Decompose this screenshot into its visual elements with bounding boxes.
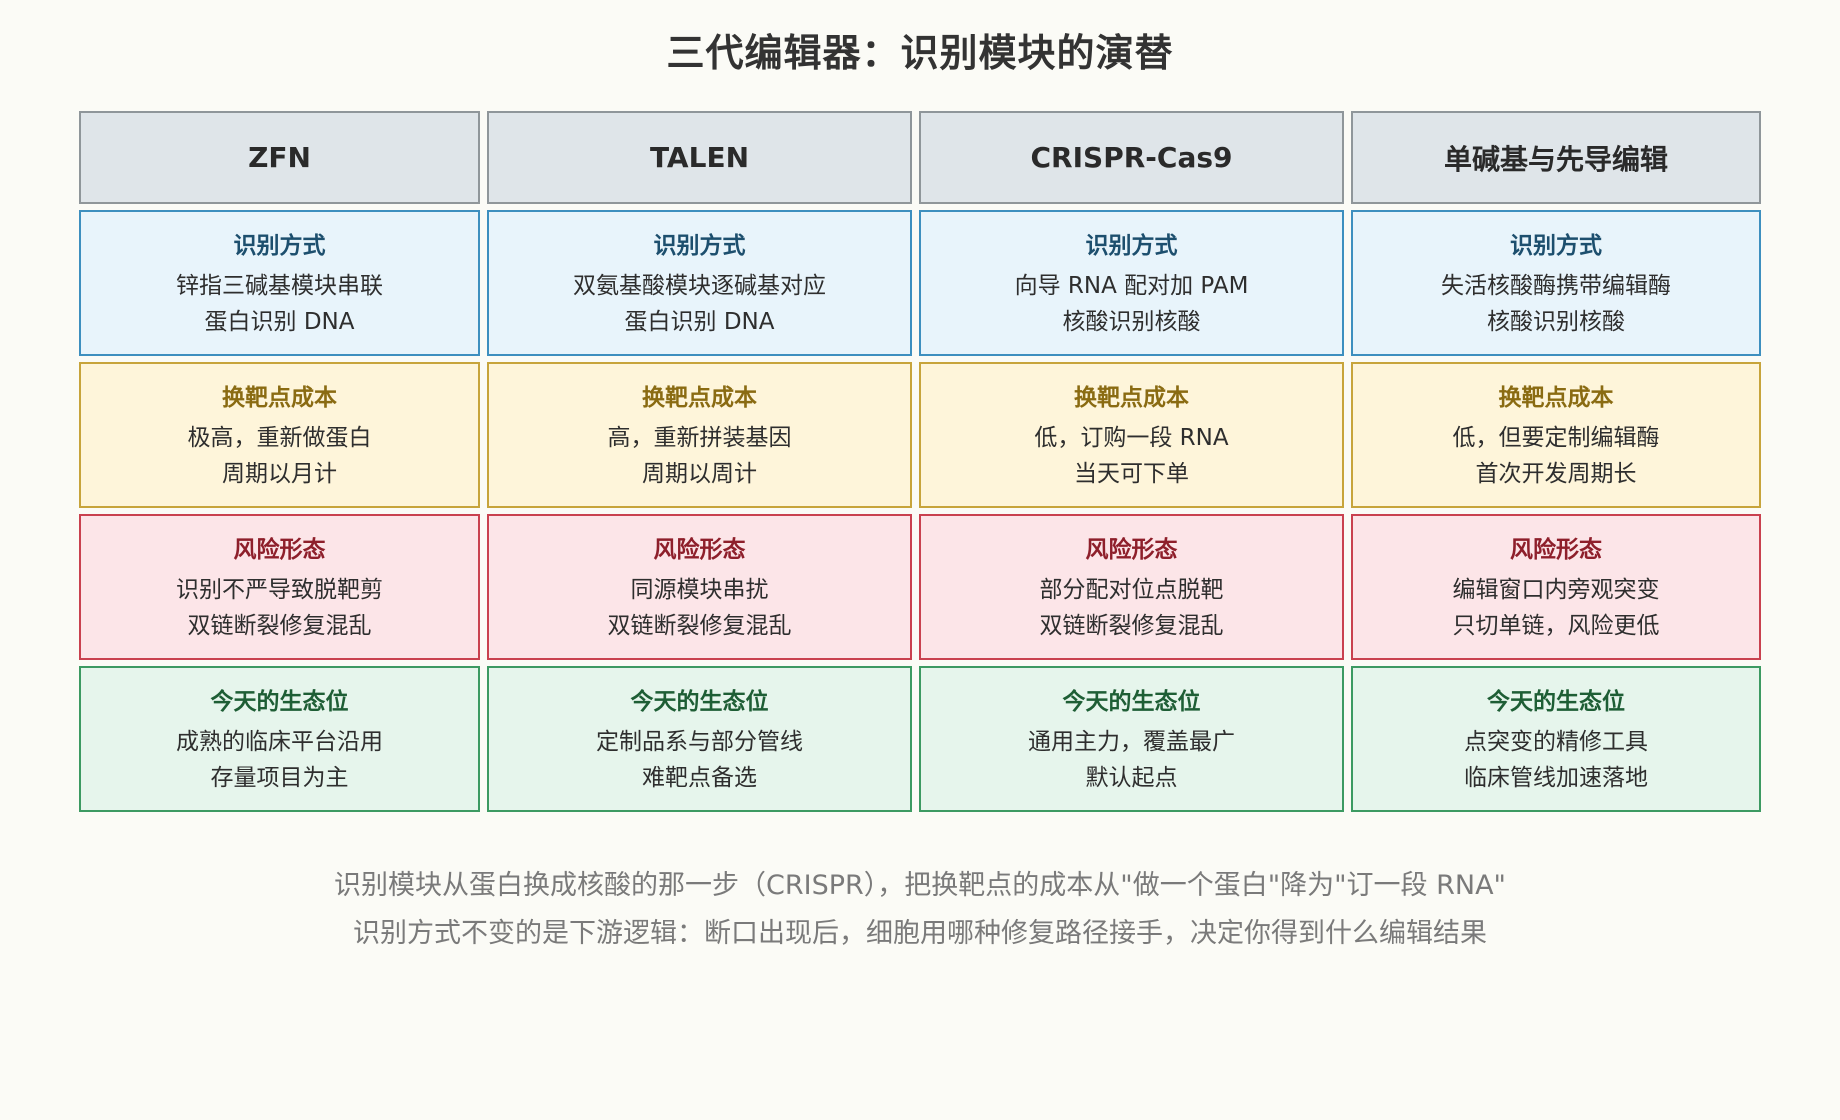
- page-title: 三代编辑器：识别模块的演替: [666, 31, 1174, 75]
- cell-line: 蛋白识别 DNA: [204, 309, 355, 335]
- cell-line: 双链断裂修复混乱: [607, 613, 792, 639]
- cell-line: 核酸识别核酸: [1487, 309, 1625, 335]
- cell-line: 成熟的临床平台沿用: [176, 729, 383, 755]
- row-label: 换靶点成本: [1074, 385, 1189, 411]
- cell-line: 向导 RNA 配对加 PAM: [1014, 273, 1249, 299]
- cell-recognition-crispr: 识别方式 向导 RNA 配对加 PAM 核酸识别核酸: [919, 210, 1344, 356]
- cell-risk-crispr: 风险形态 部分配对位点脱靶 双链断裂修复混乱: [919, 514, 1344, 660]
- cell-niche-talen: 今天的生态位 定制品系与部分管线 难靶点备选: [487, 666, 912, 812]
- cell-line: 高，重新拼装基因: [607, 425, 792, 451]
- cell-line: 点突变的精修工具: [1464, 729, 1648, 755]
- cell-niche-zfn: 今天的生态位 成熟的临床平台沿用 存量项目为主: [79, 666, 480, 812]
- cell-line: 定制品系与部分管线: [596, 729, 803, 755]
- row-label: 今天的生态位: [210, 689, 349, 715]
- row-label: 换靶点成本: [1498, 385, 1614, 411]
- row-label: 风险形态: [653, 537, 746, 563]
- row-label: 识别方式: [1510, 233, 1602, 259]
- cell-recognition-talen: 识别方式 双氨基酸模块逐碱基对应 蛋白识别 DNA: [487, 210, 912, 356]
- cell-line: 双链断裂修复混乱: [187, 613, 372, 639]
- cell-line: 识别不严导致脱靶剪: [176, 577, 383, 603]
- cell-line: 核酸识别核酸: [1062, 309, 1201, 335]
- cell-cost-crispr: 换靶点成本 低，订购一段 RNA 当天可下单: [919, 362, 1344, 508]
- row-label: 识别方式: [233, 233, 326, 259]
- row-label: 风险形态: [233, 537, 326, 563]
- cell-line: 失活核酸酶携带编辑酶: [1441, 273, 1671, 299]
- row-label: 今天的生态位: [1487, 689, 1625, 715]
- cell-cost-zfn: 换靶点成本 极高，重新做蛋白 周期以月计: [79, 362, 480, 508]
- cell-line: 当天可下单: [1074, 461, 1189, 487]
- cell-recognition-base-prime: 识别方式 失活核酸酶携带编辑酶 核酸识别核酸: [1351, 210, 1761, 356]
- column-header-zfn: ZFN: [79, 111, 480, 204]
- footer-line-1: 识别模块从蛋白换成核酸的那一步（CRISPR），把换靶点的成本从"做一个蛋白"降…: [334, 870, 1506, 901]
- cell-line: 低，订购一段 RNA: [1034, 425, 1229, 451]
- row-label: 换靶点成本: [222, 385, 337, 411]
- cell-line: 只切单链，风险更低: [1452, 613, 1660, 639]
- cell-line: 首次开发周期长: [1475, 461, 1637, 487]
- cell-line: 蛋白识别 DNA: [624, 309, 775, 335]
- row-label: 风险形态: [1510, 537, 1602, 563]
- cell-line: 存量项目为主: [210, 765, 349, 791]
- cell-risk-base-prime: 风险形态 编辑窗口内旁观突变 只切单链，风险更低: [1351, 514, 1761, 660]
- cell-line: 默认起点: [1085, 765, 1178, 791]
- cell-line: 低，但要定制编辑酶: [1452, 425, 1660, 451]
- cell-line: 极高，重新做蛋白: [187, 425, 372, 451]
- footer-line-2: 识别方式不变的是下游逻辑：断口出现后，细胞用哪种修复路径接手，决定你得到什么编辑…: [353, 918, 1487, 949]
- cell-line: 通用主力，覆盖最广: [1028, 729, 1235, 755]
- row-label: 识别方式: [1085, 233, 1178, 259]
- comparison-table: ZFN TALEN CRISPR-Cas9 单碱基与先导编辑 识别方式 锌指三碱…: [79, 111, 1761, 812]
- cell-niche-crispr: 今天的生态位 通用主力，覆盖最广 默认起点: [919, 666, 1344, 812]
- row-label: 换靶点成本: [642, 385, 757, 411]
- cell-cost-base-prime: 换靶点成本 低，但要定制编辑酶 首次开发周期长: [1351, 362, 1761, 508]
- cell-line: 周期以周计: [642, 461, 757, 487]
- cell-line: 锌指三碱基模块串联: [176, 273, 383, 299]
- cell-line: 周期以月计: [222, 461, 337, 487]
- cell-cost-talen: 换靶点成本 高，重新拼装基因 周期以周计: [487, 362, 912, 508]
- row-label: 今天的生态位: [1062, 689, 1201, 715]
- column-header-crispr: CRISPR-Cas9: [919, 111, 1344, 204]
- cell-line: 同源模块串扰: [630, 577, 769, 603]
- row-label: 今天的生态位: [630, 689, 769, 715]
- cell-niche-base-prime: 今天的生态位 点突变的精修工具 临床管线加速落地: [1351, 666, 1761, 812]
- cell-line: 双氨基酸模块逐碱基对应: [573, 273, 826, 299]
- cell-risk-zfn: 风险形态 识别不严导致脱靶剪 双链断裂修复混乱: [79, 514, 480, 660]
- cell-line: 双链断裂修复混乱: [1039, 613, 1224, 639]
- column-header-base-prime: 单碱基与先导编辑: [1351, 111, 1761, 204]
- cell-line: 部分配对位点脱靶: [1039, 577, 1224, 603]
- cell-line: 编辑窗口内旁观突变: [1452, 577, 1660, 603]
- cell-risk-talen: 风险形态 同源模块串扰 双链断裂修复混乱: [487, 514, 912, 660]
- cell-line: 难靶点备选: [642, 765, 757, 791]
- cell-recognition-zfn: 识别方式 锌指三碱基模块串联 蛋白识别 DNA: [79, 210, 480, 356]
- row-label: 识别方式: [653, 233, 746, 259]
- footer-note: 识别模块从蛋白换成核酸的那一步（CRISPR），把换靶点的成本从"做一个蛋白"降…: [0, 862, 1840, 958]
- column-header-talen: TALEN: [487, 111, 912, 204]
- row-label: 风险形态: [1085, 537, 1178, 563]
- cell-line: 临床管线加速落地: [1464, 765, 1648, 791]
